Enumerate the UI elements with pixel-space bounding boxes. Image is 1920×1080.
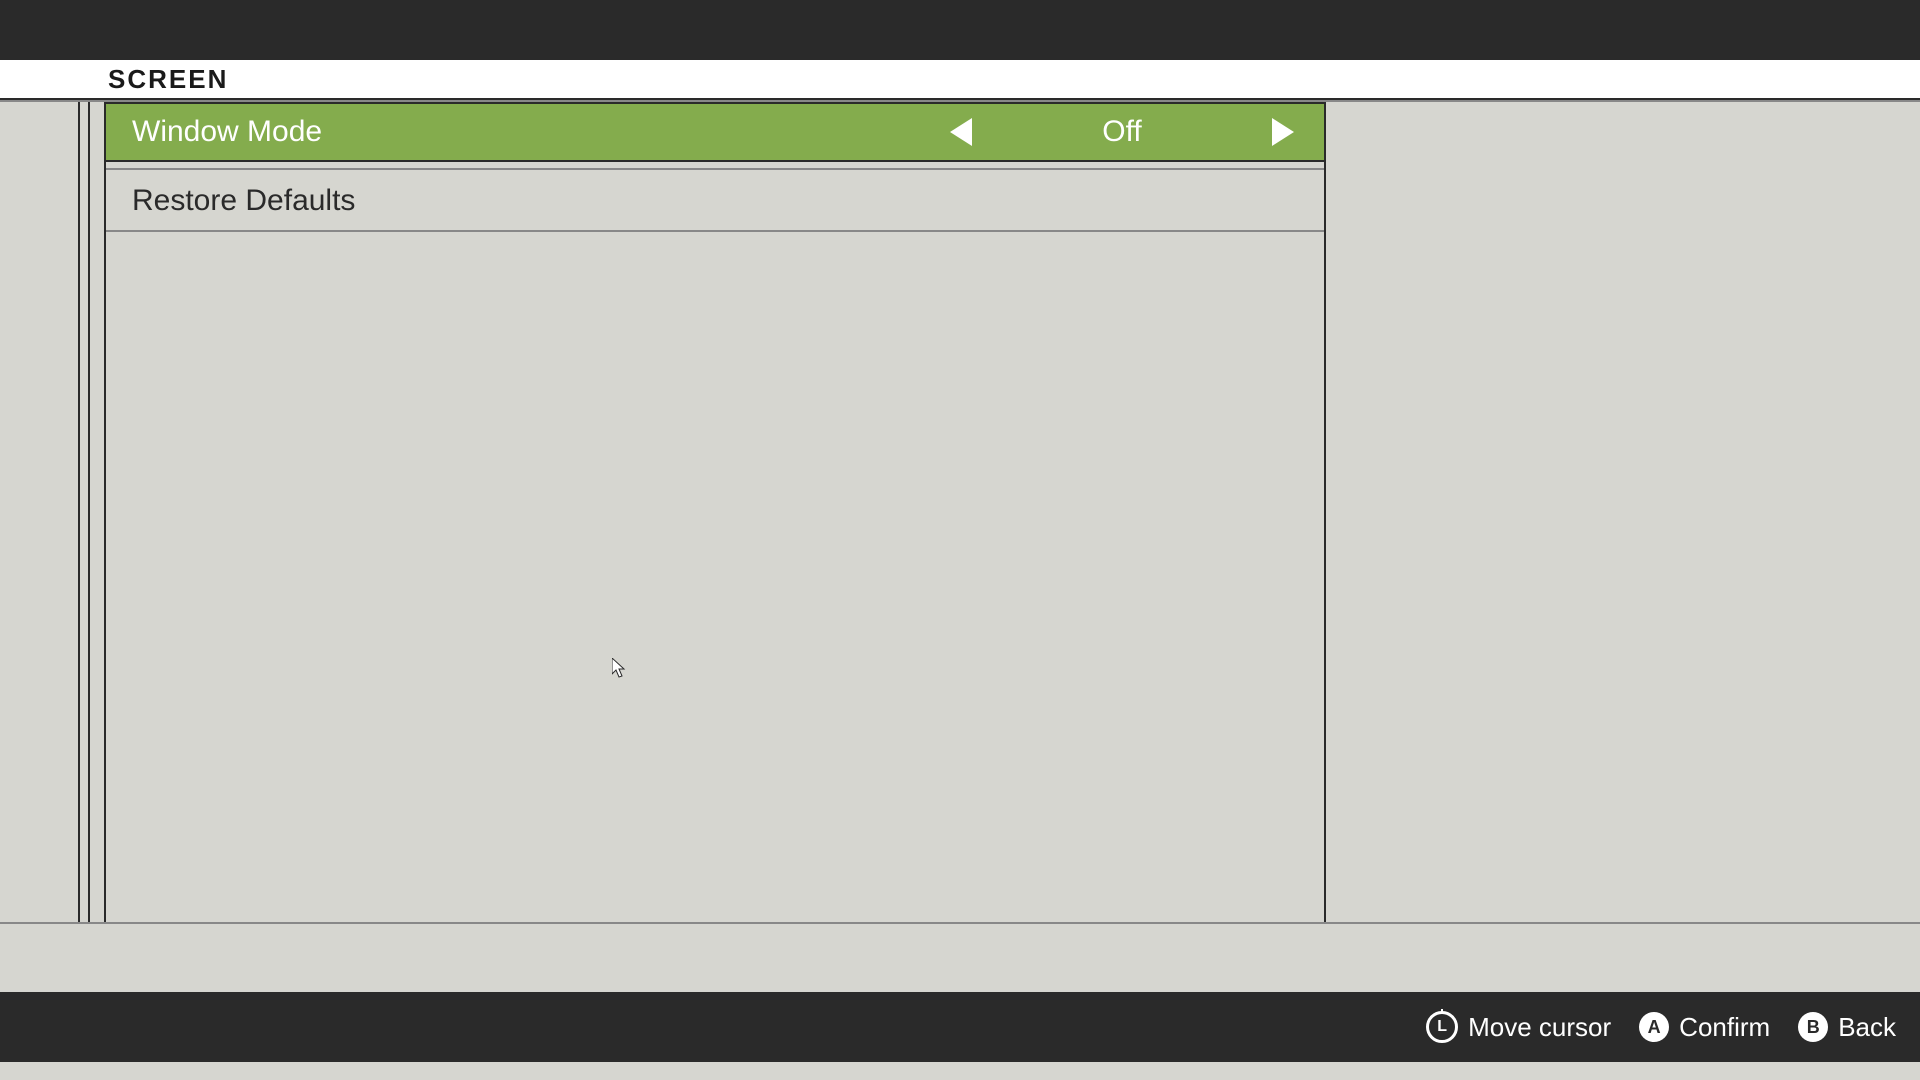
footer: L Move cursor A Confirm B Back bbox=[0, 992, 1920, 1062]
button-b-icon: B bbox=[1798, 1012, 1828, 1042]
footer-hint-confirm: A Confirm bbox=[1639, 1012, 1770, 1043]
sidebar-rail bbox=[78, 102, 90, 922]
footer-spacer bbox=[0, 922, 1920, 992]
value-selector: Off bbox=[950, 115, 1294, 149]
arrow-right-icon[interactable] bbox=[1272, 118, 1294, 146]
arrow-left-icon[interactable] bbox=[950, 118, 972, 146]
header: SCREEN bbox=[0, 60, 1920, 100]
menu-container: Window Mode Off Restore Defaults bbox=[104, 102, 1326, 922]
page-title: SCREEN bbox=[108, 64, 228, 95]
value-text: Off bbox=[1032, 115, 1212, 149]
stick-l-icon: L bbox=[1426, 1011, 1458, 1043]
content-area: Window Mode Off Restore Defaults bbox=[0, 102, 1920, 922]
footer-label: Confirm bbox=[1679, 1012, 1770, 1043]
button-a-icon: A bbox=[1639, 1012, 1669, 1042]
menu-item-window-mode[interactable]: Window Mode Off bbox=[106, 102, 1324, 162]
menu-label: Window Mode bbox=[106, 115, 322, 149]
top-bar bbox=[0, 0, 1920, 60]
menu-label: Restore Defaults bbox=[106, 184, 355, 218]
footer-label: Move cursor bbox=[1468, 1012, 1611, 1043]
footer-label: Back bbox=[1838, 1012, 1896, 1043]
footer-hint-move: L Move cursor bbox=[1426, 1011, 1611, 1043]
menu-item-restore-defaults[interactable]: Restore Defaults bbox=[106, 172, 1324, 232]
footer-hint-back: B Back bbox=[1798, 1012, 1896, 1043]
